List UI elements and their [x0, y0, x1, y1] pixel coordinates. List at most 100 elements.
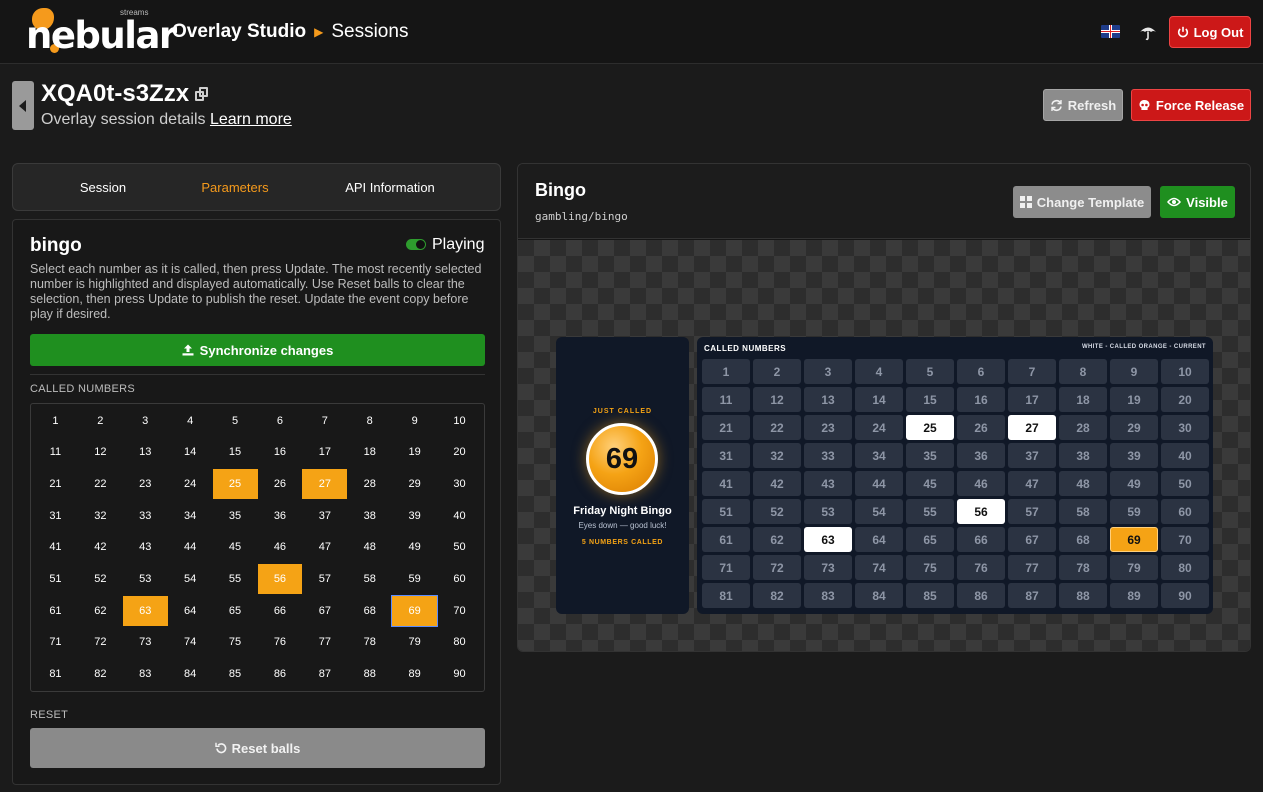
number-toggle-37[interactable]: 37 — [302, 501, 347, 531]
number-toggle-15[interactable]: 15 — [213, 438, 258, 468]
number-toggle-65[interactable]: 65 — [213, 596, 258, 626]
number-toggle-32[interactable]: 32 — [78, 501, 123, 531]
number-toggle-58[interactable]: 58 — [347, 564, 392, 594]
number-toggle-82[interactable]: 82 — [78, 659, 123, 689]
number-toggle-26[interactable]: 26 — [258, 469, 303, 499]
reset-balls-button[interactable]: Reset balls — [30, 728, 485, 768]
number-toggle-56[interactable]: 56 — [257, 564, 303, 594]
number-toggle-14[interactable]: 14 — [168, 438, 213, 468]
number-toggle-54[interactable]: 54 — [168, 564, 213, 594]
umbrella-icon[interactable] — [1138, 22, 1158, 42]
number-toggle-90[interactable]: 90 — [437, 659, 482, 689]
number-toggle-72[interactable]: 72 — [78, 628, 123, 658]
number-toggle-38[interactable]: 38 — [347, 501, 392, 531]
number-toggle-83[interactable]: 83 — [123, 659, 168, 689]
number-toggle-61[interactable]: 61 — [33, 596, 78, 626]
number-toggle-5[interactable]: 5 — [213, 406, 258, 436]
nebular-logo[interactable]: nebular streams — [26, 4, 177, 60]
learn-more-link[interactable]: Learn more — [210, 111, 292, 128]
number-toggle-8[interactable]: 8 — [347, 406, 392, 436]
uk-flag-icon[interactable] — [1101, 25, 1120, 38]
number-toggle-62[interactable]: 62 — [78, 596, 123, 626]
number-toggle-12[interactable]: 12 — [78, 438, 123, 468]
number-toggle-20[interactable]: 20 — [437, 438, 482, 468]
number-toggle-4[interactable]: 4 — [168, 406, 213, 436]
number-toggle-3[interactable]: 3 — [123, 406, 168, 436]
number-toggle-77[interactable]: 77 — [302, 628, 347, 658]
number-toggle-41[interactable]: 41 — [33, 533, 78, 563]
number-toggle-42[interactable]: 42 — [78, 533, 123, 563]
number-toggle-60[interactable]: 60 — [437, 564, 482, 594]
number-toggle-22[interactable]: 22 — [78, 469, 123, 499]
number-toggle-47[interactable]: 47 — [302, 533, 347, 563]
number-toggle-18[interactable]: 18 — [347, 438, 392, 468]
number-toggle-27[interactable]: 27 — [302, 469, 348, 499]
playing-toggle[interactable] — [406, 239, 426, 250]
number-toggle-24[interactable]: 24 — [168, 469, 213, 499]
tab-session[interactable]: Session — [53, 164, 153, 212]
tab-api-information[interactable]: API Information — [325, 164, 455, 212]
number-toggle-64[interactable]: 64 — [168, 596, 213, 626]
synchronize-button[interactable]: Synchronize changes — [30, 334, 485, 366]
number-toggle-48[interactable]: 48 — [347, 533, 392, 563]
number-toggle-57[interactable]: 57 — [302, 564, 347, 594]
number-toggle-13[interactable]: 13 — [123, 438, 168, 468]
number-toggle-79[interactable]: 79 — [392, 628, 437, 658]
number-toggle-87[interactable]: 87 — [302, 659, 347, 689]
number-toggle-51[interactable]: 51 — [33, 564, 78, 594]
number-toggle-33[interactable]: 33 — [123, 501, 168, 531]
number-toggle-11[interactable]: 11 — [33, 438, 78, 468]
number-toggle-10[interactable]: 10 — [437, 406, 482, 436]
number-toggle-49[interactable]: 49 — [392, 533, 437, 563]
number-toggle-71[interactable]: 71 — [33, 628, 78, 658]
number-toggle-74[interactable]: 74 — [168, 628, 213, 658]
number-toggle-25[interactable]: 25 — [212, 469, 258, 499]
number-toggle-7[interactable]: 7 — [302, 406, 347, 436]
number-toggle-46[interactable]: 46 — [258, 533, 303, 563]
number-toggle-67[interactable]: 67 — [302, 596, 347, 626]
change-template-button[interactable]: Change Template — [1013, 186, 1151, 218]
number-toggle-34[interactable]: 34 — [168, 501, 213, 531]
number-toggle-84[interactable]: 84 — [168, 659, 213, 689]
number-toggle-28[interactable]: 28 — [347, 469, 392, 499]
number-toggle-16[interactable]: 16 — [258, 438, 303, 468]
number-toggle-36[interactable]: 36 — [258, 501, 303, 531]
number-toggle-50[interactable]: 50 — [437, 533, 482, 563]
visible-button[interactable]: Visible — [1160, 186, 1235, 218]
refresh-button[interactable]: Refresh — [1043, 89, 1123, 121]
number-toggle-39[interactable]: 39 — [392, 501, 437, 531]
number-toggle-21[interactable]: 21 — [33, 469, 78, 499]
number-toggle-86[interactable]: 86 — [258, 659, 303, 689]
number-toggle-17[interactable]: 17 — [302, 438, 347, 468]
logout-button[interactable]: Log Out — [1169, 16, 1251, 48]
number-toggle-29[interactable]: 29 — [392, 469, 437, 499]
number-toggle-2[interactable]: 2 — [78, 406, 123, 436]
number-toggle-70[interactable]: 70 — [437, 596, 482, 626]
number-toggle-31[interactable]: 31 — [33, 501, 78, 531]
number-toggle-53[interactable]: 53 — [123, 564, 168, 594]
number-toggle-81[interactable]: 81 — [33, 659, 78, 689]
number-toggle-55[interactable]: 55 — [213, 564, 258, 594]
number-toggle-52[interactable]: 52 — [78, 564, 123, 594]
breadcrumb-sessions[interactable]: Sessions — [331, 21, 408, 43]
number-toggle-45[interactable]: 45 — [213, 533, 258, 563]
number-toggle-1[interactable]: 1 — [33, 406, 78, 436]
number-toggle-44[interactable]: 44 — [168, 533, 213, 563]
number-toggle-35[interactable]: 35 — [213, 501, 258, 531]
number-toggle-75[interactable]: 75 — [213, 628, 258, 658]
number-toggle-89[interactable]: 89 — [392, 659, 437, 689]
copy-icon[interactable] — [195, 87, 209, 101]
number-toggle-9[interactable]: 9 — [392, 406, 437, 436]
back-button[interactable] — [12, 81, 34, 130]
number-toggle-76[interactable]: 76 — [258, 628, 303, 658]
number-toggle-80[interactable]: 80 — [437, 628, 482, 658]
number-toggle-19[interactable]: 19 — [392, 438, 437, 468]
number-toggle-73[interactable]: 73 — [123, 628, 168, 658]
tab-parameters[interactable]: Parameters — [185, 164, 285, 212]
number-toggle-30[interactable]: 30 — [437, 469, 482, 499]
number-toggle-78[interactable]: 78 — [347, 628, 392, 658]
number-toggle-63[interactable]: 63 — [122, 595, 168, 626]
number-toggle-88[interactable]: 88 — [347, 659, 392, 689]
force-release-button[interactable]: Force Release — [1131, 89, 1251, 121]
number-toggle-6[interactable]: 6 — [258, 406, 303, 436]
